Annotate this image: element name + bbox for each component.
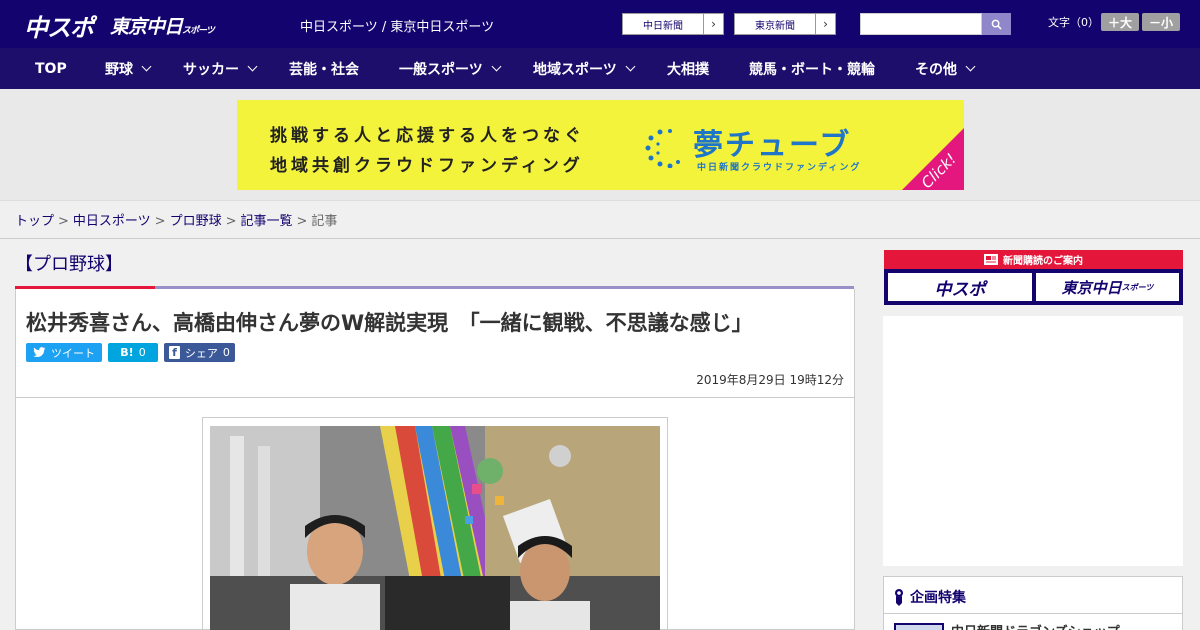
breadcrumb-chunichi-sports[interactable]: 中日スポーツ: [73, 214, 151, 229]
tokyo-shimbun-link[interactable]: 東京新聞 ›: [734, 13, 836, 35]
breadcrumb-separator: >: [296, 214, 308, 229]
nav-sumo[interactable]: 大相撲: [667, 48, 709, 89]
nav-general-sports[interactable]: 一般スポーツ: [399, 48, 502, 89]
facebook-icon: f: [169, 346, 180, 359]
subscription-box[interactable]: 新聞購読のご案内 中スポ 東京中日 スポーツ: [884, 250, 1183, 305]
site-names: 中日スポーツ / 東京中日スポーツ: [300, 20, 495, 35]
twitter-icon: [33, 347, 46, 358]
subscribe-tokyo-logo-suffix: スポーツ: [1121, 282, 1154, 292]
banner-line-1: 挑戦する人と応援する人をつなぐ: [270, 126, 585, 146]
tweet-button[interactable]: ツイート: [26, 343, 102, 362]
nav-entertainment[interactable]: 芸能・社会: [289, 48, 359, 89]
nav-racing[interactable]: 競馬・ボート・競輪: [749, 48, 875, 89]
font-larger-button[interactable]: ＋大: [1101, 13, 1139, 31]
tokyo-logo-main: 東京中日: [110, 16, 183, 38]
feature-heading: 企画特集: [894, 587, 966, 607]
chunichi-shimbun-link[interactable]: 中日新聞 ›: [622, 13, 724, 35]
chevron-down-icon: [141, 61, 152, 72]
font-smaller-button[interactable]: －小: [1142, 13, 1180, 31]
banner-brand: 夢チューブ: [693, 128, 852, 163]
tokyo-shimbun-label: 東京新聞: [755, 20, 795, 32]
breadcrumb-pro-baseball[interactable]: プロ野球: [170, 214, 222, 229]
chevron-down-icon: [625, 61, 636, 72]
nav-label: 一般スポーツ: [399, 61, 483, 78]
breadcrumb-current: 記事: [311, 214, 338, 229]
nav-baseball[interactable]: 野球: [105, 48, 152, 89]
nav-label: 野球: [105, 61, 133, 78]
article-headline: 松井秀喜さん、高橋由伸さん夢のW解説実現 「一緒に観戦、不思議な感じ」: [26, 311, 753, 335]
subscribe-tokyo-logo-main: 東京中日: [1061, 278, 1122, 297]
search-input[interactable]: [860, 13, 982, 35]
article-card: 松井秀喜さん、高橋由伸さん夢のW解説実現 「一緒に観戦、不思議な感じ」 ツイート…: [15, 289, 855, 630]
dots-logo-icon: [645, 129, 680, 168]
breadcrumb-top[interactable]: トップ: [15, 214, 54, 229]
divider: [884, 613, 1182, 614]
article-photo[interactable]: [210, 426, 660, 630]
chevron-down-icon: [491, 61, 502, 72]
tweet-label: ツイート: [51, 346, 95, 360]
ad-area: 挑戦する人と応援する人をつなぐ 地域共創クラウドファンディング 夢チューブ 中日…: [0, 89, 1200, 201]
breadcrumb-separator: >: [225, 214, 237, 229]
feature-heading-text: 企画特集: [910, 590, 966, 606]
nav-label: 大相撲: [667, 61, 709, 78]
publish-date: 2019年8月29日 19時12分: [696, 373, 844, 387]
chevron-down-icon: [965, 61, 976, 72]
tokyo-chunichi-logo[interactable]: 東京中日スポーツ: [110, 12, 215, 39]
category-heading: 【プロ野球】: [15, 254, 123, 275]
subscribe-chuspo-logo[interactable]: 中スポ: [888, 273, 1032, 301]
nav-label: その他: [915, 61, 957, 78]
breadcrumb-separator: >: [154, 214, 166, 229]
hatena-count: 0: [138, 346, 146, 359]
yume-tube-banner[interactable]: 挑戦する人と応援する人をつなぐ 地域共創クラウドファンディング 夢チューブ 中日…: [237, 100, 964, 190]
nav-other[interactable]: その他: [915, 48, 976, 89]
facebook-share-button[interactable]: f シェア 0: [164, 343, 235, 362]
chevron-right-icon: ›: [815, 14, 835, 34]
search-icon: [991, 19, 1002, 30]
subscription-title: 新聞購読のご案内: [884, 250, 1183, 269]
ribbon-icon: [895, 589, 903, 606]
dragons-shop-thumbnail[interactable]: [894, 623, 944, 630]
sidebar-ad-slot[interactable]: [883, 316, 1183, 566]
banner-line-2: 地域共創クラウドファンディング: [270, 156, 584, 176]
photo-illustration: [210, 426, 660, 630]
nav-regional-sports[interactable]: 地域スポーツ: [533, 48, 636, 89]
nav-label: 競馬・ボート・競輪: [749, 61, 875, 78]
nav-soccer[interactable]: サッカー: [183, 48, 258, 89]
tokyo-logo-suffix: スポーツ: [182, 26, 215, 36]
nav-label: TOP: [35, 60, 67, 77]
hatena-bookmark-button[interactable]: B! 0: [108, 343, 158, 362]
nav-label: 地域スポーツ: [533, 61, 617, 78]
divider: [0, 238, 1200, 239]
site-header: 中スポ 東京中日スポーツ 中日スポーツ / 東京中日スポーツ 中日新聞 › 東京…: [0, 0, 1200, 48]
subscription-title-text: 新聞購読のご案内: [1003, 256, 1083, 267]
chevron-down-icon: [247, 61, 258, 72]
subscribe-tokyo-chunichi-logo[interactable]: 東京中日 スポーツ: [1036, 273, 1179, 301]
main-nav: TOP 野球 サッカー 芸能・社会 一般スポーツ 地域スポーツ 大相撲 競馬・ボ…: [0, 48, 1200, 89]
breadcrumb-article-list[interactable]: 記事一覧: [241, 214, 293, 229]
chevron-right-icon: ›: [703, 14, 723, 34]
chuspo-logo[interactable]: 中スポ: [24, 8, 94, 43]
article-photo-frame: [202, 417, 668, 630]
banner-brand-sub: 中日新聞クラウドファンディング: [697, 163, 862, 173]
facebook-count: 0: [222, 346, 230, 359]
feature-item-dragons-shop[interactable]: 中日新聞ドラゴンズショップ: [951, 621, 1120, 630]
search-button[interactable]: [982, 13, 1011, 35]
nav-top[interactable]: TOP: [35, 48, 67, 89]
nav-label: 芸能・社会: [289, 61, 359, 78]
facebook-label: シェア: [184, 346, 218, 360]
chunichi-shimbun-label: 中日新聞: [643, 20, 683, 32]
hatena-icon: B!: [120, 346, 134, 359]
font-size-label: 文字（0）: [1048, 16, 1099, 29]
divider: [16, 397, 854, 398]
breadcrumb-separator: >: [58, 214, 69, 229]
newspaper-icon: [984, 254, 998, 265]
breadcrumb: トップ > 中日スポーツ > プロ野球 > 記事一覧 > 記事: [15, 210, 337, 229]
nav-label: サッカー: [183, 61, 239, 78]
feature-box: 企画特集 中日新聞ドラゴンズショップ: [883, 576, 1183, 630]
